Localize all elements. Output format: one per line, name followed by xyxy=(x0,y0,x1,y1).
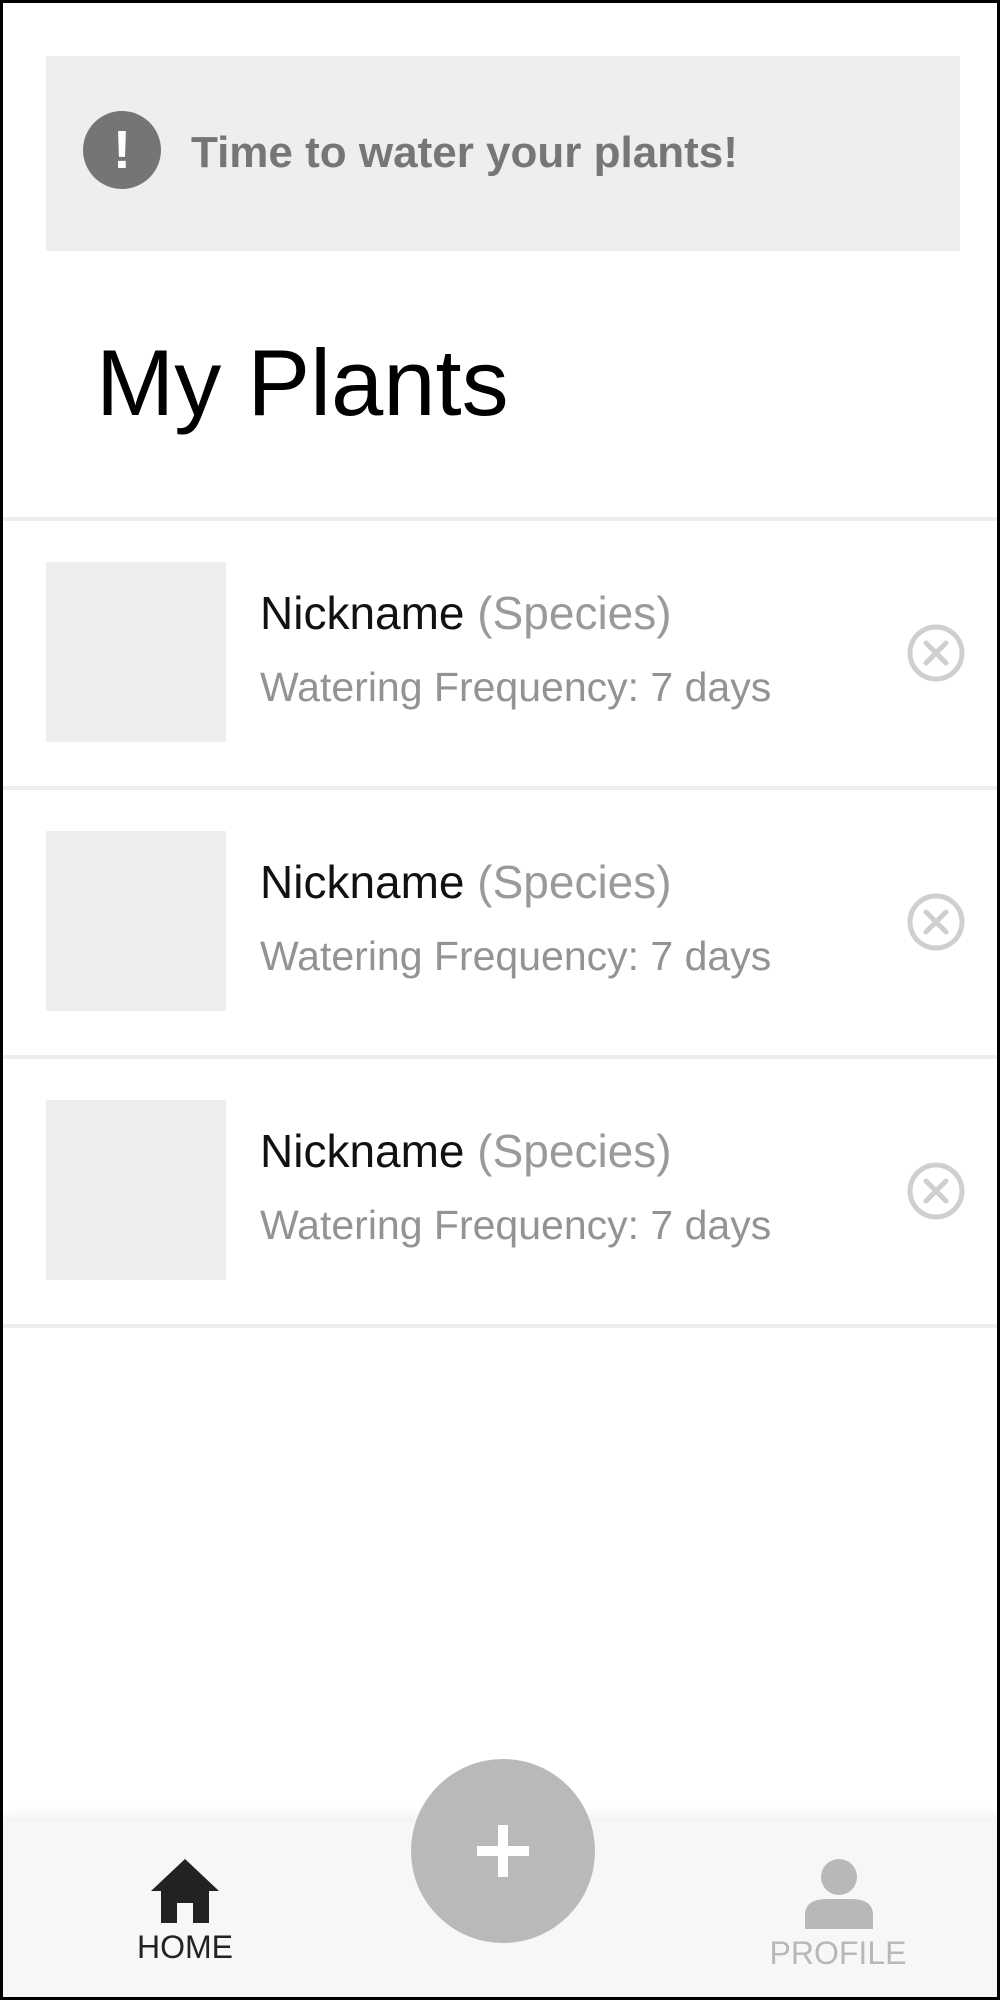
plant-species: (Species) xyxy=(477,856,672,908)
water-reminder-banner: ! Time to water your plants! xyxy=(46,56,960,251)
close-circle-icon xyxy=(907,624,965,682)
plant-list-item[interactable]: Nickname (Species) Watering Frequency: 7… xyxy=(3,1059,997,1324)
watering-frequency: Watering Frequency: 7 days xyxy=(260,933,772,979)
alert-message: Time to water your plants! xyxy=(191,128,738,177)
plant-nickname: Nickname xyxy=(260,587,465,639)
plant-nickname: Nickname xyxy=(260,1125,465,1177)
nav-profile-label: PROFILE xyxy=(769,1935,907,1971)
exclamation-icon: ! xyxy=(83,111,161,189)
remove-plant-button[interactable] xyxy=(907,624,965,682)
add-plant-button[interactable] xyxy=(411,1759,595,1943)
plant-list-item[interactable]: Nickname (Species) Watering Frequency: 7… xyxy=(3,790,997,1055)
home-icon xyxy=(151,1859,219,1923)
nav-home-tab[interactable]: HOME xyxy=(123,1859,247,1979)
nav-profile-tab[interactable]: PROFILE xyxy=(763,1859,913,1989)
watering-frequency: Watering Frequency: 7 days xyxy=(260,664,772,710)
plant-species: (Species) xyxy=(477,1125,672,1177)
page-title: My Plants xyxy=(96,330,509,435)
plant-title-line: Nickname (Species) xyxy=(260,854,672,910)
plant-image-placeholder xyxy=(46,562,226,742)
watering-frequency: Watering Frequency: 7 days xyxy=(260,1202,772,1248)
plant-nickname: Nickname xyxy=(260,856,465,908)
close-circle-icon xyxy=(907,1162,965,1220)
plant-image-placeholder xyxy=(46,1100,226,1280)
nav-home-label: HOME xyxy=(137,1929,233,1965)
divider xyxy=(3,1324,997,1328)
remove-plant-button[interactable] xyxy=(907,893,965,951)
app-screen: ! Time to water your plants! My Plants N… xyxy=(0,0,1000,2000)
alert-icon-glyph: ! xyxy=(113,120,131,180)
plant-image-placeholder xyxy=(46,831,226,1011)
person-icon xyxy=(805,1859,873,1929)
close-circle-icon xyxy=(907,893,965,951)
remove-plant-button[interactable] xyxy=(907,1162,965,1220)
plant-species: (Species) xyxy=(477,587,672,639)
plant-title-line: Nickname (Species) xyxy=(260,585,672,641)
plant-list-item[interactable]: Nickname (Species) Watering Frequency: 7… xyxy=(3,521,997,786)
plus-icon xyxy=(477,1825,529,1877)
plant-title-line: Nickname (Species) xyxy=(260,1123,672,1179)
